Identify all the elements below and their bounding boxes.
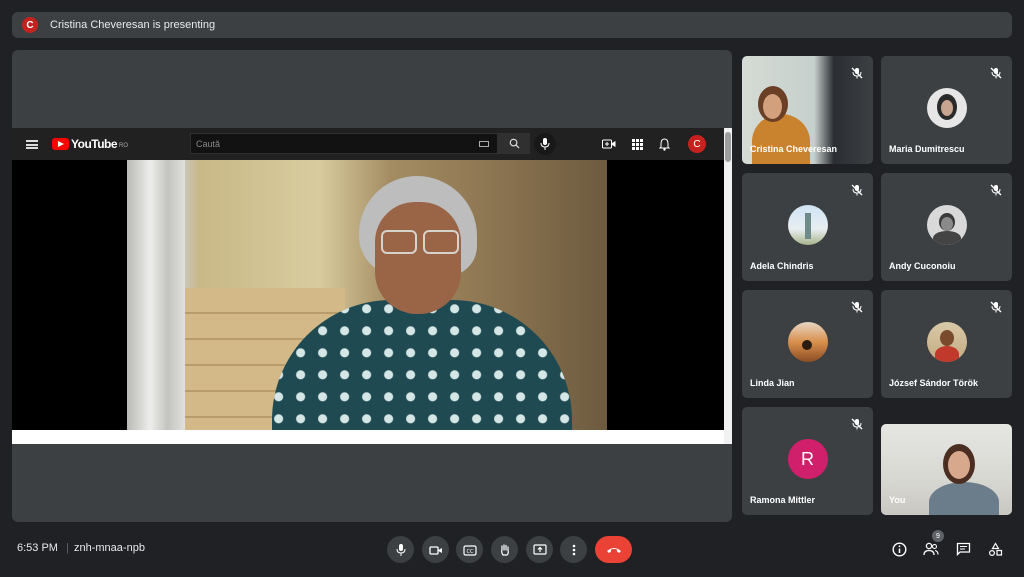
more-options-button[interactable] bbox=[560, 536, 587, 563]
scrollbar-thumb[interactable] bbox=[725, 132, 731, 162]
youtube-search-button[interactable] bbox=[498, 133, 530, 154]
hamburger-menu-icon[interactable] bbox=[26, 139, 38, 149]
people-icon bbox=[923, 542, 939, 556]
mic-off-icon bbox=[990, 66, 1002, 79]
participant-tile[interactable]: Maria Dumitrescu bbox=[881, 56, 1012, 164]
hang-up-icon bbox=[606, 547, 621, 553]
presenting-banner: C Cristina Cheveresan is presenting bbox=[12, 12, 1012, 38]
meeting-details-button[interactable] bbox=[890, 540, 908, 558]
activities-button[interactable] bbox=[986, 540, 1004, 558]
microphone-button[interactable] bbox=[387, 536, 414, 563]
participant-avatar bbox=[787, 205, 828, 245]
present-screen-button[interactable] bbox=[526, 536, 553, 563]
youtube-search-input[interactable]: Caută bbox=[190, 133, 498, 154]
leave-call-button[interactable] bbox=[595, 536, 632, 563]
meeting-code: znh-mnaa-npb bbox=[74, 542, 145, 554]
participant-name: József Sándor Török bbox=[889, 378, 979, 388]
youtube-video-player[interactable] bbox=[12, 160, 724, 430]
search-placeholder: Caută bbox=[196, 138, 221, 149]
participant-tile[interactable]: Andy Cuconoiu bbox=[881, 173, 1012, 281]
chat-icon bbox=[956, 542, 970, 556]
participant-avatar bbox=[926, 205, 967, 245]
participant-tile[interactable]: Cristina Cheveresan bbox=[742, 56, 873, 164]
camera-button[interactable] bbox=[422, 536, 449, 563]
participant-name: Maria Dumitrescu bbox=[889, 144, 965, 154]
mic-off-icon bbox=[990, 183, 1002, 196]
separator: | bbox=[66, 542, 69, 554]
clock: 6:53 PM bbox=[17, 542, 58, 554]
mic-off-icon bbox=[990, 300, 1002, 313]
presenting-text: Cristina Cheveresan is presenting bbox=[50, 19, 216, 31]
participant-name: You bbox=[889, 495, 906, 505]
participant-avatar bbox=[926, 322, 967, 362]
participant-tile[interactable]: Linda Jian bbox=[742, 290, 873, 398]
participant-tile[interactable]: József Sándor Török bbox=[881, 290, 1012, 398]
participant-name: Cristina Cheveresan bbox=[750, 144, 838, 154]
apps-grid-icon[interactable] bbox=[630, 137, 644, 151]
presenter-avatar: C bbox=[22, 17, 38, 33]
mic-off-icon bbox=[851, 183, 863, 196]
mic-off-icon bbox=[851, 417, 863, 430]
present-screen-icon bbox=[532, 543, 547, 555]
raise-hand-button[interactable] bbox=[491, 536, 518, 563]
call-controls-bar: 6:53 PM | znh-mnaa-npb CC 9 bbox=[0, 528, 1024, 574]
participant-tile[interactable]: R Ramona Mittler bbox=[742, 407, 873, 515]
participant-name: Linda Jian bbox=[750, 378, 795, 388]
search-icon bbox=[509, 138, 520, 149]
self-view-tile[interactable]: You bbox=[881, 424, 1012, 515]
notifications-bell-icon[interactable] bbox=[657, 137, 671, 151]
keyboard-icon[interactable] bbox=[479, 140, 489, 147]
microphone-icon bbox=[396, 543, 405, 556]
create-video-icon[interactable] bbox=[602, 137, 616, 151]
mic-off-icon bbox=[851, 66, 863, 79]
chat-button[interactable] bbox=[954, 540, 972, 558]
youtube-header: YouTube RO Caută C bbox=[12, 128, 724, 160]
more-vertical-icon bbox=[572, 544, 575, 555]
participant-name: Ramona Mittler bbox=[750, 495, 816, 505]
raise-hand-icon bbox=[500, 543, 509, 556]
participant-name: Andy Cuconoiu bbox=[889, 261, 956, 271]
video-frame bbox=[127, 160, 607, 430]
microphone-icon bbox=[540, 138, 550, 150]
activities-shapes-icon bbox=[988, 541, 1002, 556]
svg-text:CC: CC bbox=[466, 549, 473, 555]
page-scrollbar[interactable] bbox=[724, 128, 732, 444]
video-camera-icon bbox=[428, 545, 442, 555]
youtube-region: RO bbox=[119, 143, 129, 149]
info-icon bbox=[891, 541, 907, 557]
participant-tile[interactable]: Adela Chindris bbox=[742, 173, 873, 281]
youtube-voice-search-button[interactable] bbox=[534, 133, 556, 155]
youtube-account-avatar[interactable]: C bbox=[688, 135, 706, 153]
people-button[interactable] bbox=[922, 540, 940, 558]
presentation-stage: YouTube RO Caută C bbox=[12, 50, 732, 522]
youtube-play-icon bbox=[52, 138, 69, 150]
youtube-logo[interactable]: YouTube RO bbox=[52, 137, 128, 151]
people-count-badge: 9 bbox=[932, 530, 944, 542]
closed-captions-icon: CC bbox=[462, 544, 477, 556]
youtube-wordmark: YouTube bbox=[71, 137, 118, 151]
mic-off-icon bbox=[851, 300, 863, 313]
participant-letter-avatar: R bbox=[787, 439, 828, 479]
participant-avatar bbox=[926, 88, 967, 128]
participant-name: Adela Chindris bbox=[750, 261, 814, 271]
shared-screen: YouTube RO Caută C bbox=[12, 128, 732, 444]
captions-button[interactable]: CC bbox=[456, 536, 483, 563]
participant-avatar bbox=[787, 322, 828, 362]
